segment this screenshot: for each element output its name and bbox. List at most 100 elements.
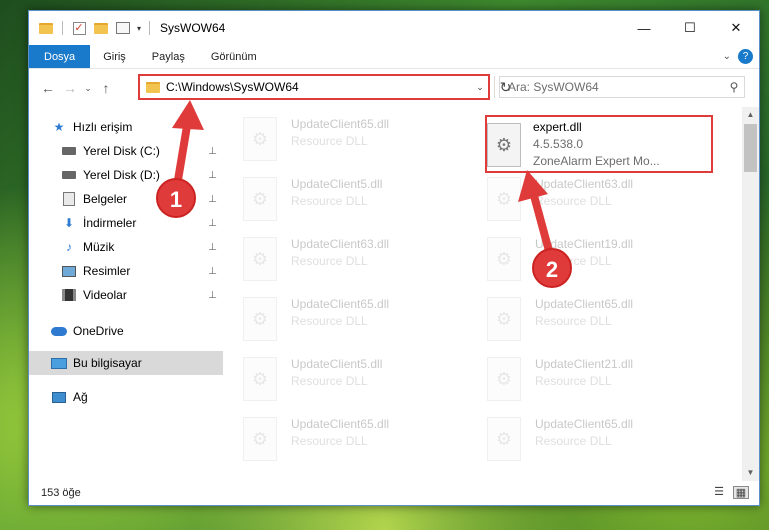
file-name: UpdateClient5.dll [291,177,383,191]
tab-file[interactable]: Dosya [29,45,91,68]
sidebar-item-downloads[interactable]: ⬇ İndirmeler ⊥ [29,211,223,235]
pictures-icon [61,263,77,279]
window-title: SysWOW64 [160,21,226,35]
dll-file-icon: ⚙ [487,297,521,341]
file-name: UpdateClient65.dll [291,117,390,131]
step-1-badge: 1 [156,178,196,218]
pin-icon[interactable]: ⊥ [208,290,217,301]
close-button[interactable]: ✕ [713,11,759,45]
pin-icon[interactable]: ⊥ [208,266,217,277]
file-name: UpdateClient65.dll [291,417,390,431]
file-type: Resource DLL [535,314,612,328]
sidebar-item-local-disk-c[interactable]: Yerel Disk (C:) ⊥ [29,139,223,163]
dll-file-icon: ⚙ [243,237,277,281]
sidebar-item-local-disk-d[interactable]: Yerel Disk (D:) ⊥ [29,163,223,187]
sidebar-item-label: Videolar [83,288,127,302]
up-button[interactable]: ↑ [95,80,117,96]
download-icon: ⬇ [63,216,75,230]
star-icon: ★ [53,120,65,134]
file-type: Resource DLL [291,134,368,148]
file-name: UpdateClient63.dll [535,177,634,191]
pin-icon[interactable]: ⊥ [208,242,217,253]
sidebar-item-pictures[interactable]: Resimler ⊥ [29,259,223,283]
title-bar: ✓ ▾ SysWOW64 — ☐ ✕ [29,11,759,45]
dll-file-icon: ⚙ [487,357,521,401]
customize-toolbar-dropdown-icon[interactable]: ▾ [137,24,141,33]
maximize-button[interactable]: ☐ [667,11,713,45]
sidebar-item-label: Bu bilgisayar [73,356,142,370]
file-type: Resource DLL [535,374,612,388]
tab-share[interactable]: Paylaş [139,45,198,68]
sidebar-item-videos[interactable]: Videolar ⊥ [29,283,223,307]
file-explorer-window: ✓ ▾ SysWOW64 — ☐ ✕ Dosya Giriş Paylaş Gö… [28,10,760,506]
file-type: Resource DLL [535,194,612,208]
ribbon-tabs: Dosya Giriş Paylaş Görünüm ⌄ ? [29,45,759,69]
tab-home[interactable]: Giriş [90,45,139,68]
scroll-up-icon[interactable]: ▲ [742,107,759,123]
file-item[interactable]: ⚙ UpdateClient63.dll Resource DLL [223,233,423,289]
search-box[interactable]: Ara: SysWOW64 ⚲ [499,76,745,98]
disk-icon [61,143,77,159]
sidebar-item-label: Resimler [83,264,131,278]
sidebar-item-this-pc[interactable]: Bu bilgisayar [29,351,223,375]
sidebar-item-label: OneDrive [73,324,124,338]
file-item[interactable]: ⚙ UpdateClient65.dll Resource DLL [223,413,423,469]
sidebar-item-music[interactable]: ♪ Müzik ⊥ [29,235,223,259]
file-item[interactable]: ⚙ UpdateClient5.dll Resource DLL [223,173,423,229]
pin-icon[interactable]: ⊥ [208,170,217,181]
help-icon[interactable]: ? [738,49,753,64]
file-name: UpdateClient21.dll [535,357,634,371]
file-name: UpdateClient65.dll [535,297,634,311]
toolbar-separator [62,21,63,35]
file-item[interactable]: ⚙ UpdateClient65.dll Resource DLL [467,293,667,349]
videos-icon [61,287,77,303]
tab-view[interactable]: Görünüm [198,45,270,68]
item-count: 153 öğe [41,487,81,499]
dll-file-icon: ⚙ [243,117,277,161]
sidebar-item-label: Müzik [83,240,115,254]
vertical-scrollbar[interactable]: ▲ ▼ [742,107,759,481]
scroll-down-icon[interactable]: ▼ [742,465,759,481]
file-name: UpdateClient63.dll [291,237,390,251]
address-dropdown-icon[interactable]: ⌄ [472,82,488,93]
details-view-icon[interactable]: ☰ [711,486,727,499]
back-button[interactable]: ← [37,80,59,96]
recent-locations-dropdown-icon[interactable]: ⌄ [81,83,95,94]
large-icons-view-icon[interactable]: ▦ [733,486,749,499]
pin-icon[interactable]: ⊥ [208,218,217,229]
file-type: Resource DLL [291,314,368,328]
pin-icon[interactable]: ⊥ [208,194,217,205]
pin-icon[interactable]: ⊥ [208,146,217,157]
sidebar-item-onedrive[interactable]: OneDrive [29,319,223,343]
cloud-icon [51,323,67,339]
file-item[interactable]: ⚙ UpdateClient63.dll Resource DLL [467,173,667,229]
scrollbar-thumb[interactable] [744,124,757,172]
sidebar-item-network[interactable]: Ağ [29,385,223,409]
file-item[interactable]: ⚙ UpdateClient5.dll Resource DLL [223,353,423,409]
file-item[interactable]: ⚙ UpdateClient21.dll Resource DLL [467,353,667,409]
file-type: Resource DLL [291,374,368,388]
file-type: Resource DLL [535,434,612,448]
sidebar-item-quick-access[interactable]: ★ Hızlı erişim [29,115,223,139]
file-item[interactable]: ⚙ UpdateClient65.dll Resource DLL [467,413,667,469]
file-item[interactable]: ⚙ UpdateClient65.dll Resource DLL [223,113,423,169]
search-icon[interactable]: ⚲ [724,80,744,94]
minimize-button[interactable]: — [621,11,667,45]
dll-file-icon: ⚙ [243,417,277,461]
file-name: UpdateClient5.dll [291,357,383,371]
navigation-pane: ★ Hızlı erişim Yerel Disk (C:) ⊥ Yerel D… [29,107,223,481]
music-icon: ♪ [66,240,72,254]
search-input[interactable]: Ara: SysWOW64 [500,80,724,94]
sidebar-item-label: Belgeler [83,192,128,206]
properties-check-icon[interactable]: ✓ [71,20,87,36]
disk-icon [61,167,77,183]
forward-button[interactable]: → [59,80,81,96]
properties-icon[interactable] [115,20,131,36]
view-buttons: ☰ ▦ [711,486,749,499]
sidebar-item-label: Yerel Disk (D:) [83,168,160,182]
address-path[interactable]: C:\Windows\SysWOW64 [166,80,472,94]
file-item[interactable]: ⚙ UpdateClient65.dll Resource DLL [223,293,423,349]
address-bar[interactable]: C:\Windows\SysWOW64 ⌄ [138,74,490,100]
new-folder-icon[interactable] [93,20,109,36]
expand-ribbon-icon[interactable]: ⌄ [723,51,731,62]
